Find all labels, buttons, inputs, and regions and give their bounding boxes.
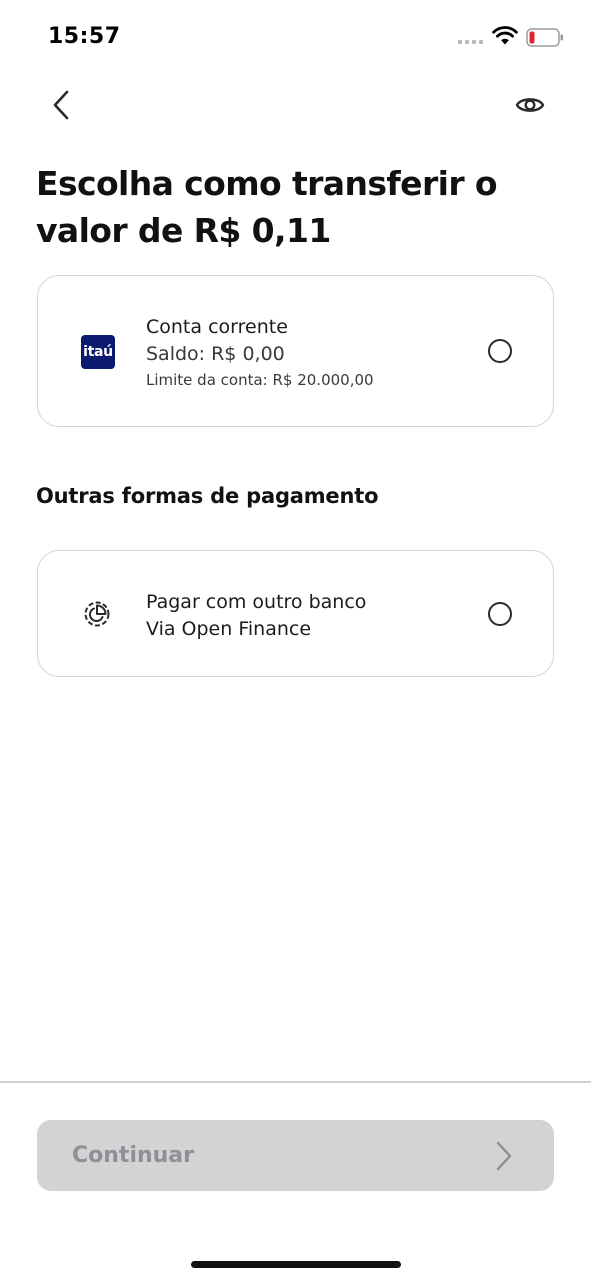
- wifi-icon: [492, 26, 518, 45]
- continue-button[interactable]: Continuar: [37, 1120, 554, 1191]
- other-bank-option-subtitle: Via Open Finance: [146, 618, 312, 640]
- footer-divider: [0, 1081, 591, 1083]
- account-balance: Saldo: R$ 0,00: [146, 343, 285, 365]
- battery-icon: [526, 28, 563, 47]
- continue-button-label: Continuar: [72, 1143, 194, 1168]
- other-bank-option-title: Pagar com outro banco: [146, 591, 367, 613]
- other-bank-option-text: Pagar com outro banco Via Open Finance: [146, 589, 366, 643]
- chevron-left-icon: [53, 90, 69, 120]
- navigation-bar: [0, 80, 591, 130]
- account-option-text: Conta corrente Saldo: R$ 0,00 Limite da …: [146, 314, 374, 392]
- back-button[interactable]: [44, 86, 78, 124]
- status-time: 15:57: [48, 24, 121, 49]
- other-payments-section-title: Outras formas de pagamento: [36, 484, 379, 508]
- account-option-card[interactable]: itaú Conta corrente Saldo: R$ 0,00 Limit…: [37, 275, 554, 427]
- account-option-radio[interactable]: [488, 339, 512, 363]
- chevron-right-icon: [496, 1141, 512, 1171]
- other-bank-option-radio[interactable]: [488, 602, 512, 626]
- cellular-signal-icon: [458, 40, 483, 44]
- open-finance-icon: [84, 601, 110, 627]
- toggle-balance-visibility-button[interactable]: [510, 88, 550, 122]
- home-indicator[interactable]: [191, 1261, 401, 1268]
- eye-icon: [515, 98, 545, 112]
- itau-logo: itaú: [81, 335, 115, 369]
- other-bank-option-card[interactable]: Pagar com outro banco Via Open Finance: [37, 550, 554, 677]
- account-option-title: Conta corrente: [146, 316, 288, 338]
- account-limit: Limite da conta: R$ 20.000,00: [146, 371, 374, 389]
- status-bar: 15:57: [0, 0, 591, 75]
- page-title: Escolha como transferir o valor de R$ 0,…: [36, 164, 498, 250]
